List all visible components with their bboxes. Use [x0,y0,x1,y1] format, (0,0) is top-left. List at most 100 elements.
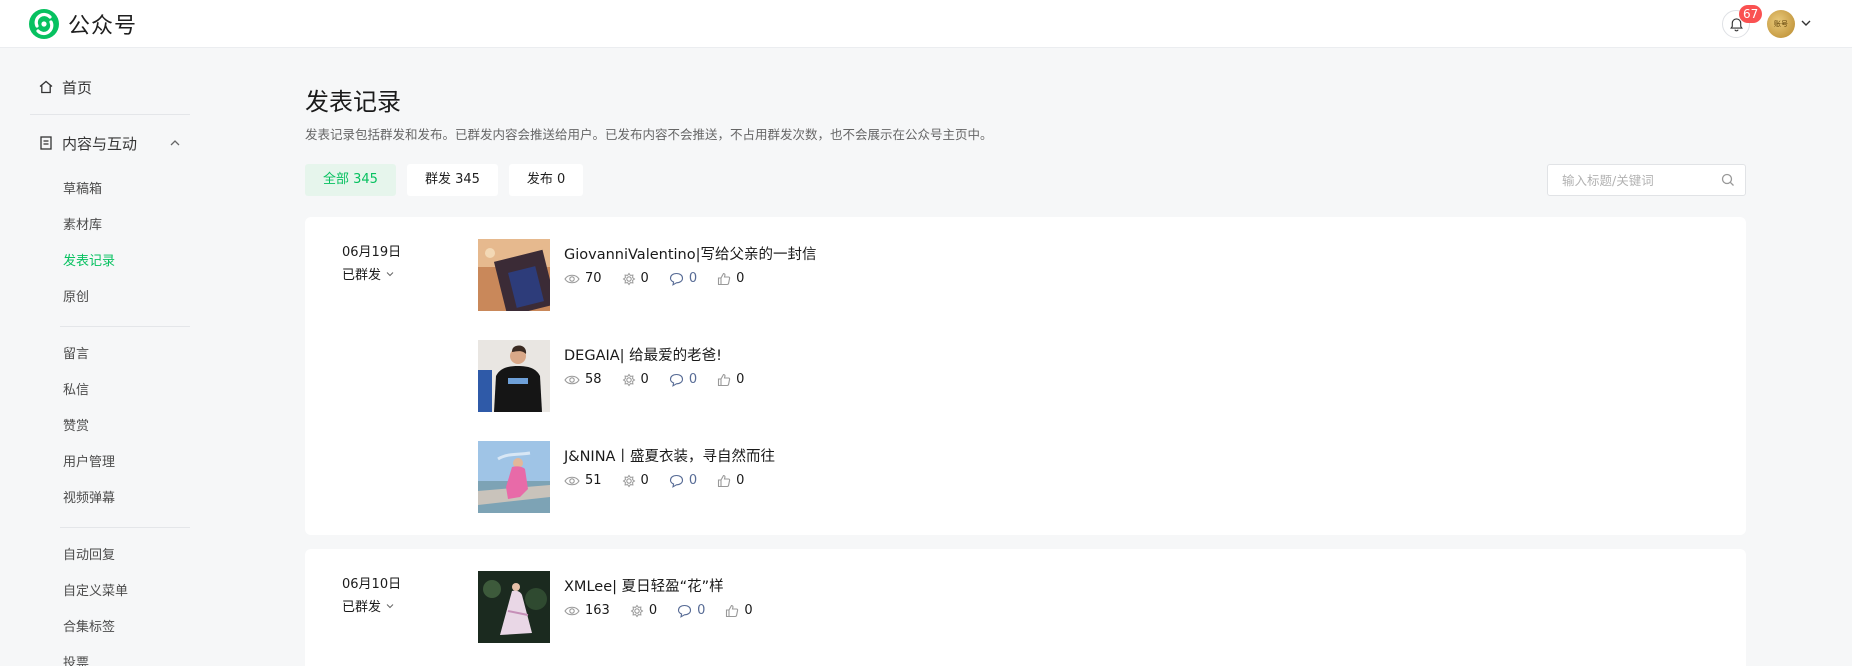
sidebar-item-comments[interactable]: 留言 [30,337,190,373]
sidebar-item-original[interactable]: 原创 [30,280,190,316]
page-description: 发表记录包括群发和发布。已群发内容会推送给用户。已发布内容不会推送，不占用群发次… [305,127,993,142]
stat-value: 0 [648,603,658,618]
article-title[interactable]: XMLee| 夏日轻盈“花”样 [564,575,724,596]
chevron-down-icon [386,603,394,608]
article-thumbnail[interactable] [478,571,550,643]
stat-value: 58 [585,372,602,387]
sidebar-group-content[interactable]: 内容与互动 [30,120,190,166]
tab-mass-send[interactable]: 群发 345 [406,164,498,196]
sidebar-item-label: 首页 [62,78,93,97]
eye-icon [564,274,580,283]
article-cover-image [478,571,550,643]
article-cover-image [478,441,550,513]
search-input[interactable] [1548,165,1708,195]
comment-icon [669,474,683,488]
record-status-dropdown[interactable]: 已群发 [342,596,401,615]
app-name: 公众号 [68,14,138,39]
article-title[interactable]: J&NINA丨盛夏衣装，寻自然而往 [564,445,775,466]
thumbs-up-icon [718,272,731,285]
top-header: 公众号 67 账号 [0,0,1852,48]
comment-icon [678,604,692,618]
sidebar-item-vote[interactable]: 投票 [30,646,190,666]
sidebar-item-publish-records[interactable]: 发表记录 [30,244,190,280]
record-card: 06月19日 已群发 GiovanniValentino|写给父亲的一封信 70 [305,217,1746,535]
stat-value: 51 [585,473,602,488]
tab-all[interactable]: 全部 345 [305,164,396,196]
record-status: 已群发 [342,268,382,283]
chevron-down-icon[interactable] [1799,16,1813,30]
search-icon[interactable] [1721,173,1735,187]
eye-icon [564,375,580,384]
thumbs-up-icon [718,474,731,487]
tab-publish[interactable]: 发布 0 [508,164,584,196]
sidebar-divider [60,527,190,528]
stat-value: 70 [585,271,602,286]
sidebar-item-messages[interactable]: 私信 [30,373,190,409]
sidebar-item-custom-menu[interactable]: 自定义菜单 [30,574,190,610]
home-icon [39,80,53,94]
chevron-up-icon [170,140,180,146]
stat-value: 0 [688,372,698,387]
wechat-mp-logo-icon [29,9,59,39]
stat-likes: 0 [717,473,744,488]
article-thumbnail[interactable] [478,441,550,513]
stat-comments[interactable]: 0 [669,271,697,286]
eye-icon [564,606,580,615]
sidebar-item-auto-reply[interactable]: 自动回复 [30,538,190,574]
sidebar-item-drafts[interactable]: 草稿箱 [30,172,190,208]
stat-views: 163 [564,603,610,618]
record-date-column: 06月10日 已群发 [342,573,401,615]
document-icon [40,136,52,150]
stat-value: 163 [585,603,610,618]
share-icon [622,373,635,386]
notification-badge: 67 [1739,5,1763,23]
thumbs-up-icon [718,373,731,386]
stat-likes: 0 [725,603,753,618]
article-stats: 163 0 0 0 [564,603,773,618]
avatar[interactable]: 账号 [1767,10,1795,38]
article-stats: 51 0 0 0 [564,473,764,488]
stat-comments[interactable]: 0 [669,473,697,488]
sidebar-item-home[interactable]: 首页 [30,64,190,110]
stat-value: 0 [688,473,698,488]
chevron-down-icon [386,271,394,276]
article-cover-image [478,239,550,311]
stat-comments[interactable]: 0 [669,372,697,387]
record-date: 06月19日 [342,245,402,260]
app-logo[interactable]: 公众号 [28,8,137,40]
record-date: 06月10日 [342,577,402,592]
article-title[interactable]: GiovanniValentino|写给父亲的一封信 [564,243,817,264]
page-title: 发表记录 [305,88,401,116]
sidebar-item-collections[interactable]: 合集标签 [30,610,190,646]
article-title[interactable]: DEGAIA| 给最爱的老爸! [564,344,722,365]
sidebar-item-rewards[interactable]: 赞赏 [30,409,190,445]
sidebar-item-video-danmaku[interactable]: 视频弹幕 [30,481,190,517]
comment-icon [669,272,683,286]
comment-icon [669,373,683,387]
article-thumbnail[interactable] [478,239,550,311]
article-stats: 58 0 0 0 [564,372,764,387]
stat-value: 0 [736,271,745,286]
search-box [1547,164,1746,196]
record-status-dropdown[interactable]: 已群发 [342,264,401,283]
article-stats: 70 0 0 0 [564,271,764,286]
record-status: 已群发 [342,600,382,615]
sidebar-divider [60,326,190,327]
record-card: 06月10日 已群发 XMLee| 夏日轻盈“花”样 163 0 0 0 [305,549,1746,666]
share-icon [630,604,644,617]
sidebar-item-materials[interactable]: 素材库 [30,208,190,244]
thumbs-up-icon [726,604,739,617]
stat-comments[interactable]: 0 [677,603,705,618]
eye-icon [564,476,580,485]
stat-views: 70 [564,271,602,286]
stat-value: 0 [640,473,649,488]
stat-value: 0 [688,271,698,286]
stat-shares: 0 [622,473,649,488]
stat-value: 0 [640,271,649,286]
stat-shares: 0 [622,372,649,387]
stat-value: 0 [640,372,649,387]
article-thumbnail[interactable] [478,340,550,412]
stat-value: 0 [736,473,745,488]
sidebar-item-users[interactable]: 用户管理 [30,445,190,481]
share-icon [622,272,635,285]
